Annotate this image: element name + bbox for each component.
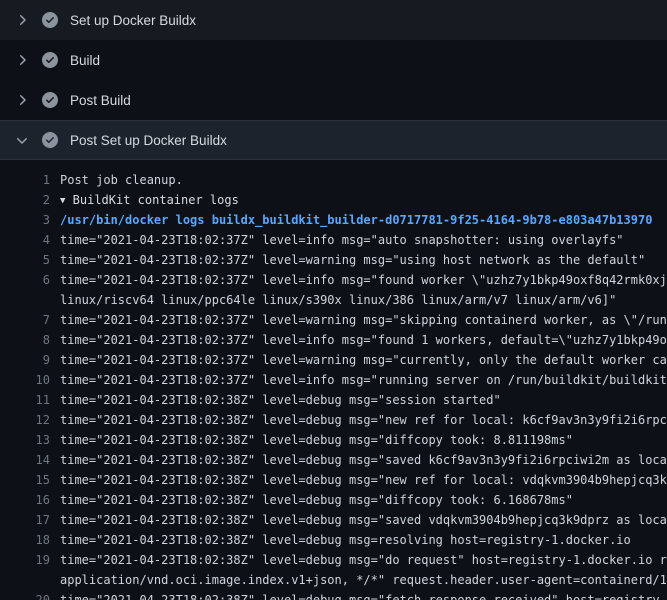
check-circle-icon xyxy=(42,132,58,148)
log-text: time="2021-04-23T18:02:38Z" level=debug … xyxy=(60,510,667,530)
log-text: Post job cleanup. xyxy=(60,170,183,190)
step-list: Set up Docker Buildx Build Post Build xyxy=(0,0,667,160)
chevron-right-icon xyxy=(14,52,30,68)
log-row: 10 time="2021-04-23T18:02:37Z" level=inf… xyxy=(0,370,667,390)
check-circle-icon xyxy=(42,52,58,68)
line-number[interactable]: 5 xyxy=(0,250,50,270)
step-label: Post Build xyxy=(70,93,131,108)
log-row: linux/riscv64 linux/ppc64le linux/s390x … xyxy=(0,290,667,310)
log-text: time="2021-04-23T18:02:37Z" level=warnin… xyxy=(60,250,645,270)
step-header[interactable]: Build xyxy=(0,40,667,80)
actions-log-viewer: Set up Docker Buildx Build Post Build xyxy=(0,0,667,600)
line-number[interactable]: 17 xyxy=(0,510,50,530)
log-row: 5 time="2021-04-23T18:02:37Z" level=warn… xyxy=(0,250,667,270)
log-text: time="2021-04-23T18:02:37Z" level=warnin… xyxy=(60,310,667,330)
log-row: 20 time="2021-04-23T18:02:38Z" level=deb… xyxy=(0,590,667,600)
line-number[interactable]: 8 xyxy=(0,330,50,350)
log-pane: 1 Post job cleanup. 2 ▼ BuildKit contain… xyxy=(0,160,667,600)
log-row: 16 time="2021-04-23T18:02:38Z" level=deb… xyxy=(0,490,667,510)
log-text: time="2021-04-23T18:02:37Z" level=info m… xyxy=(60,370,667,390)
line-number[interactable]: 12 xyxy=(0,410,50,430)
log-row: 2 ▼ BuildKit container logs xyxy=(0,190,667,210)
chevron-right-icon xyxy=(14,12,30,28)
check-circle-icon xyxy=(42,12,58,28)
line-number[interactable]: 19 xyxy=(0,550,50,570)
log-row: 11 time="2021-04-23T18:02:38Z" level=deb… xyxy=(0,390,667,410)
log-row: 14 time="2021-04-23T18:02:38Z" level=deb… xyxy=(0,450,667,470)
line-number[interactable]: 4 xyxy=(0,230,50,250)
disclosure-triangle-icon: ▼ xyxy=(60,191,65,211)
line-number[interactable]: 6 xyxy=(0,270,50,290)
line-number[interactable]: 18 xyxy=(0,530,50,550)
log-text: time="2021-04-23T18:02:38Z" level=debug … xyxy=(60,590,660,600)
log-text: linux/riscv64 linux/ppc64le linux/s390x … xyxy=(60,290,616,310)
line-number[interactable]: 7 xyxy=(0,310,50,330)
log-row: 1 Post job cleanup. xyxy=(0,170,667,190)
log-row: 15 time="2021-04-23T18:02:38Z" level=deb… xyxy=(0,470,667,490)
log-text: time="2021-04-23T18:02:38Z" level=debug … xyxy=(60,470,667,490)
step-label: Build xyxy=(70,53,100,68)
log-row: 7 time="2021-04-23T18:02:37Z" level=warn… xyxy=(0,310,667,330)
log-text: time="2021-04-23T18:02:37Z" level=info m… xyxy=(60,270,667,290)
step-label: Set up Docker Buildx xyxy=(70,13,196,28)
step-header[interactable]: Set up Docker Buildx xyxy=(0,0,667,40)
log-text: time="2021-04-23T18:02:38Z" level=debug … xyxy=(60,410,667,430)
step-header[interactable]: Post Set up Docker Buildx xyxy=(0,120,667,160)
line-number[interactable]: 10 xyxy=(0,370,50,390)
log-row: 4 time="2021-04-23T18:02:37Z" level=info… xyxy=(0,230,667,250)
log-row: 8 time="2021-04-23T18:02:37Z" level=info… xyxy=(0,330,667,350)
log-row: 3 /usr/bin/docker logs buildx_buildkit_b… xyxy=(0,210,667,230)
log-row: 17 time="2021-04-23T18:02:38Z" level=deb… xyxy=(0,510,667,530)
log-text: time="2021-04-23T18:02:38Z" level=debug … xyxy=(60,530,631,550)
line-number[interactable]: 15 xyxy=(0,470,50,490)
log-row: 18 time="2021-04-23T18:02:38Z" level=deb… xyxy=(0,530,667,550)
step-label: Post Set up Docker Buildx xyxy=(70,133,227,148)
log-text[interactable]: ▼ BuildKit container logs xyxy=(60,190,239,210)
log-row: 9 time="2021-04-23T18:02:37Z" level=warn… xyxy=(0,350,667,370)
chevron-down-icon xyxy=(14,132,30,148)
line-number[interactable]: 2 xyxy=(0,190,50,210)
line-number[interactable]: 14 xyxy=(0,450,50,470)
line-number[interactable]: 16 xyxy=(0,490,50,510)
line-number[interactable] xyxy=(0,570,50,590)
chevron-right-icon xyxy=(14,92,30,108)
step-header[interactable]: Post Build xyxy=(0,80,667,120)
line-number[interactable]: 1 xyxy=(0,170,50,190)
log-text: time="2021-04-23T18:02:38Z" level=debug … xyxy=(60,550,667,570)
log-text: time="2021-04-23T18:02:37Z" level=warnin… xyxy=(60,350,667,370)
log-text: time="2021-04-23T18:02:37Z" level=info m… xyxy=(60,330,667,350)
log-text: time="2021-04-23T18:02:37Z" level=info m… xyxy=(60,230,624,250)
line-number[interactable]: 11 xyxy=(0,390,50,410)
log-row: 6 time="2021-04-23T18:02:37Z" level=info… xyxy=(0,270,667,290)
log-row: 12 time="2021-04-23T18:02:38Z" level=deb… xyxy=(0,410,667,430)
log-row: 13 time="2021-04-23T18:02:38Z" level=deb… xyxy=(0,430,667,450)
line-number[interactable]: 3 xyxy=(0,210,50,230)
log-text: time="2021-04-23T18:02:38Z" level=debug … xyxy=(60,490,573,510)
log-text: application/vnd.oci.image.index.v1+json,… xyxy=(60,570,667,590)
line-number[interactable] xyxy=(0,290,50,310)
check-circle-icon xyxy=(42,92,58,108)
log-text: time="2021-04-23T18:02:38Z" level=debug … xyxy=(60,430,573,450)
log-text: time="2021-04-23T18:02:38Z" level=debug … xyxy=(60,450,667,470)
line-number[interactable]: 13 xyxy=(0,430,50,450)
log-text: /usr/bin/docker logs buildx_buildkit_bui… xyxy=(60,210,652,230)
line-number[interactable]: 9 xyxy=(0,350,50,370)
log-text: time="2021-04-23T18:02:38Z" level=debug … xyxy=(60,390,501,410)
log-row: 19 time="2021-04-23T18:02:38Z" level=deb… xyxy=(0,550,667,570)
log-row: application/vnd.oci.image.index.v1+json,… xyxy=(0,570,667,590)
line-number[interactable]: 20 xyxy=(0,590,50,600)
